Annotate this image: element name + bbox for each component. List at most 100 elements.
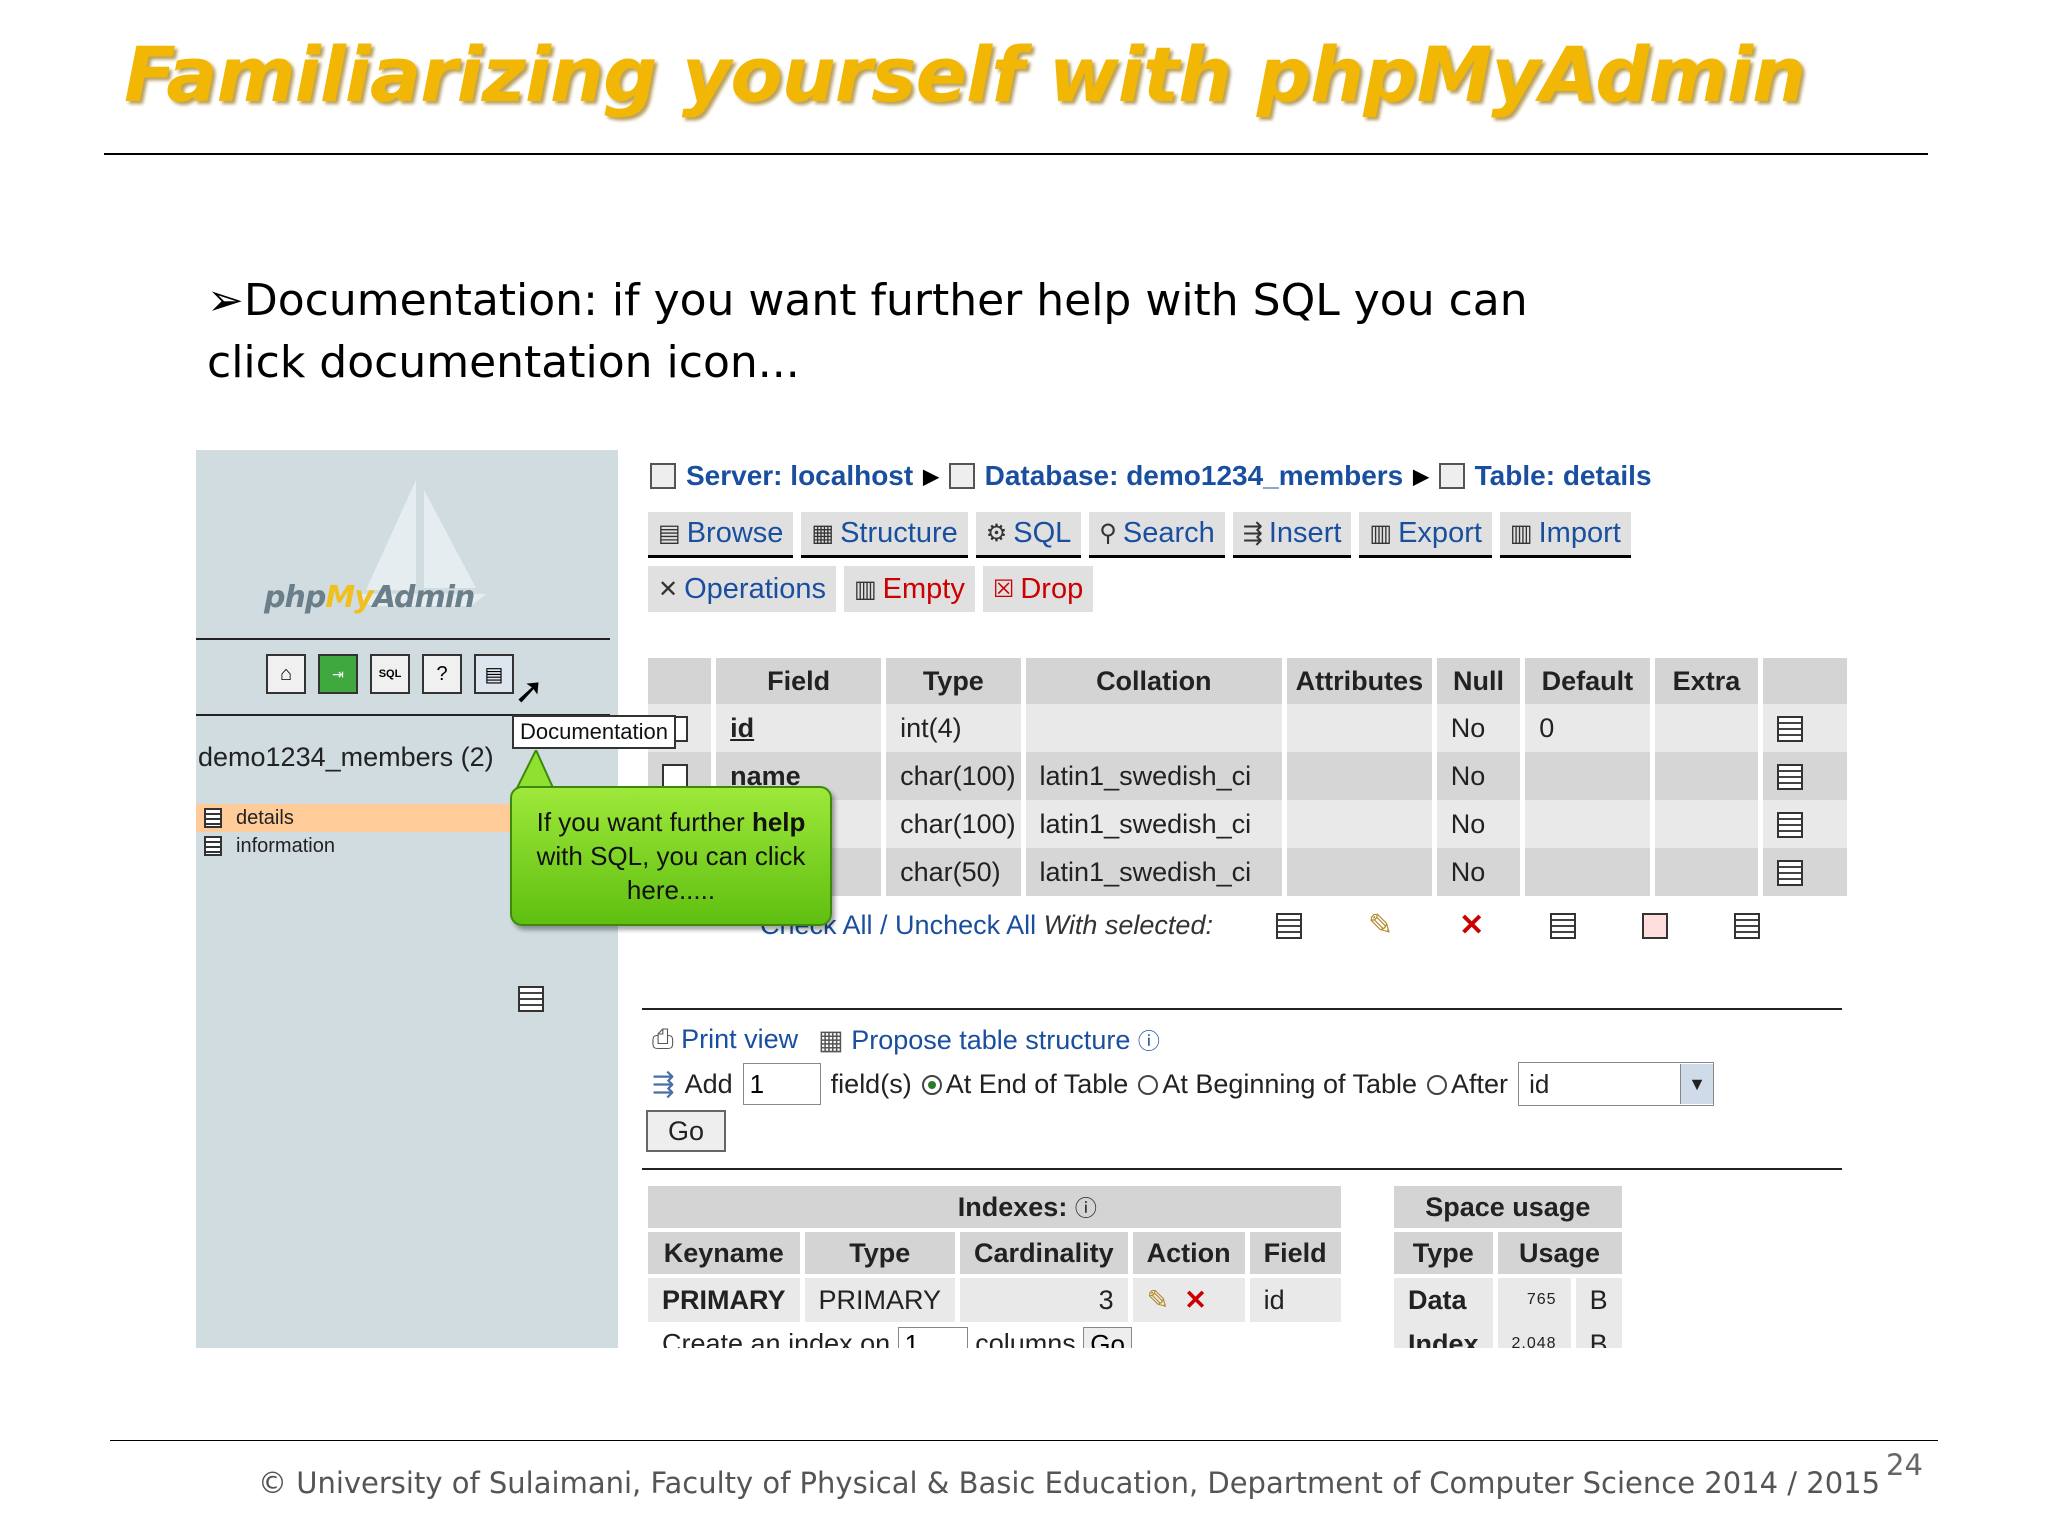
- table-icon: [1438, 463, 1465, 489]
- create-index-label: Create an index on: [662, 1328, 891, 1349]
- search-icon: ⚲: [1099, 520, 1117, 547]
- insert-icon: ⇶: [1242, 520, 1263, 547]
- field-attributes: [1284, 704, 1437, 752]
- sql-query-icon[interactable]: SQL: [370, 654, 410, 694]
- phpmyadmin-screenshot: phpMyAdmin ⌂ ⇥ SQL ? ▤ demo1234_members …: [196, 450, 1852, 1348]
- after-field-select[interactable]: id ▼: [1518, 1062, 1715, 1106]
- tab-export[interactable]: ▥ Export: [1359, 512, 1492, 558]
- table-icon: [204, 808, 222, 828]
- home-icon[interactable]: ⌂: [266, 654, 306, 694]
- field-attributes: [1284, 752, 1437, 800]
- field-collation: latin1_swedish_ci: [1023, 800, 1288, 848]
- add-fields-count-input[interactable]: [742, 1063, 821, 1105]
- index-cardinality: 3: [957, 1276, 1133, 1322]
- delete-x-icon[interactable]: ✕: [1459, 908, 1484, 943]
- export-icon: ▥: [1369, 520, 1393, 547]
- table-row: Index 2,048 B: [1394, 1322, 1627, 1348]
- printer-icon: ⎙: [652, 1024, 674, 1054]
- breadcrumb-table[interactable]: Table: details: [1475, 460, 1652, 492]
- field-default: [1522, 848, 1655, 896]
- indexes-table: Indexes: ⓘ Keyname Type Cardinality Acti…: [648, 1186, 1346, 1348]
- exit-icon[interactable]: ⇥: [318, 654, 358, 694]
- field-attributes: [1284, 848, 1437, 896]
- field-extra: [1652, 704, 1764, 752]
- index-icon[interactable]: [1734, 912, 1761, 939]
- radio-selected-icon: [921, 1075, 942, 1096]
- page-number: 24: [1886, 1448, 1923, 1482]
- radio-at-beginning[interactable]: At Beginning of Table: [1138, 1069, 1417, 1100]
- browse-values-icon[interactable]: [1777, 860, 1804, 887]
- propose-icon: ▦: [818, 1025, 844, 1055]
- delete-x-icon[interactable]: ✕: [1184, 1285, 1207, 1315]
- space-unit: B: [1573, 1322, 1627, 1348]
- browse-values-icon[interactable]: [1777, 716, 1804, 743]
- edit-pencil-icon[interactable]: ✎: [1368, 908, 1393, 943]
- unique-icon[interactable]: [1642, 912, 1669, 939]
- title-divider: [104, 153, 1928, 155]
- space-usage-value: 2,048: [1495, 1322, 1576, 1348]
- help-callout-text: If you want further help with SQL, you c…: [536, 807, 806, 905]
- tab-drop[interactable]: ☒ Drop: [982, 566, 1094, 612]
- field-extra: [1652, 848, 1764, 896]
- trash-icon: ▥: [853, 575, 877, 603]
- import-icon: ▥: [1509, 520, 1533, 547]
- tab-browse[interactable]: ▤ Browse: [648, 512, 794, 558]
- column-header: Action: [1130, 1230, 1250, 1278]
- bullet-text: Documentation: if you want further help …: [207, 275, 1528, 388]
- field-name[interactable]: id: [713, 704, 887, 752]
- help-icon[interactable]: ?: [422, 654, 462, 694]
- space-type: Data: [1394, 1276, 1498, 1322]
- documentation-tooltip: Documentation: [512, 715, 676, 749]
- index-type: PRIMARY: [802, 1276, 961, 1322]
- slide-footer: © University of Sulaimani, Faculty of Ph…: [258, 1466, 1881, 1500]
- tab-operations[interactable]: ✕ Operations: [648, 566, 836, 612]
- tools-icon: ✕: [658, 575, 679, 603]
- radio-empty-icon: [1427, 1075, 1448, 1096]
- table-icon: [204, 836, 222, 856]
- field-extra: [1652, 800, 1764, 848]
- add-label: Add: [684, 1068, 733, 1099]
- fulltext-icon[interactable]: [518, 986, 544, 1012]
- bullet-point: ➢Documentation: if you want further help…: [207, 270, 1607, 394]
- database-icon: [948, 463, 975, 489]
- column-header: Type: [1394, 1230, 1498, 1278]
- field-default: [1522, 800, 1655, 848]
- radio-after[interactable]: After: [1427, 1069, 1508, 1100]
- breadcrumb-database[interactable]: Database: demo1234_members: [985, 460, 1404, 492]
- structure-icon: ▦: [811, 520, 835, 547]
- column-header: Default: [1522, 658, 1655, 704]
- column-header-action: [1760, 658, 1852, 704]
- radio-at-end[interactable]: At End of Table: [921, 1069, 1128, 1100]
- index-keyname: PRIMARY: [648, 1276, 805, 1322]
- print-view-link[interactable]: ⎙ Print view: [652, 1024, 798, 1056]
- browse-selected-icon[interactable]: [1276, 912, 1302, 939]
- field-default: 0: [1522, 704, 1655, 752]
- field-extra: [1652, 752, 1764, 800]
- go-button[interactable]: Go: [646, 1110, 726, 1152]
- field-type: char(100): [883, 752, 1026, 800]
- column-header: Null: [1434, 658, 1526, 704]
- tab-structure[interactable]: ▦ Structure: [801, 512, 968, 558]
- tab-search[interactable]: ⚲ Search: [1089, 512, 1225, 558]
- tab-insert[interactable]: ⇶ Insert: [1232, 512, 1352, 558]
- create-index-go-button[interactable]: Go: [1083, 1327, 1132, 1348]
- propose-structure-link[interactable]: ▦ Propose table structure ⓘ: [818, 1024, 1160, 1056]
- field-type: int(4): [883, 704, 1026, 752]
- primary-key-icon[interactable]: [1550, 912, 1577, 939]
- index-field: id: [1247, 1276, 1346, 1322]
- tab-empty[interactable]: ▥ Empty: [843, 566, 975, 612]
- create-index-columns-input[interactable]: [897, 1327, 968, 1348]
- browse-values-icon[interactable]: [1777, 764, 1804, 791]
- table-utilities: ⎙ Print view ▦ Propose table structure ⓘ: [652, 1024, 1160, 1056]
- breadcrumb-server[interactable]: Server: localhost: [686, 460, 913, 492]
- browse-values-icon[interactable]: [1777, 812, 1804, 839]
- fields-label: field(s): [830, 1068, 912, 1099]
- tab-sql[interactable]: ⚙ SQL: [975, 512, 1082, 558]
- help-circle-icon: ⓘ: [1074, 1196, 1097, 1221]
- tab-import[interactable]: ▥ Import: [1499, 512, 1631, 558]
- documentation-icon[interactable]: ▤: [474, 654, 514, 694]
- insert-icon: ⇶: [652, 1068, 675, 1099]
- database-name[interactable]: demo1234_members (2): [198, 742, 494, 773]
- column-header: Cardinality: [957, 1230, 1133, 1278]
- edit-pencil-icon[interactable]: ✎: [1147, 1285, 1170, 1315]
